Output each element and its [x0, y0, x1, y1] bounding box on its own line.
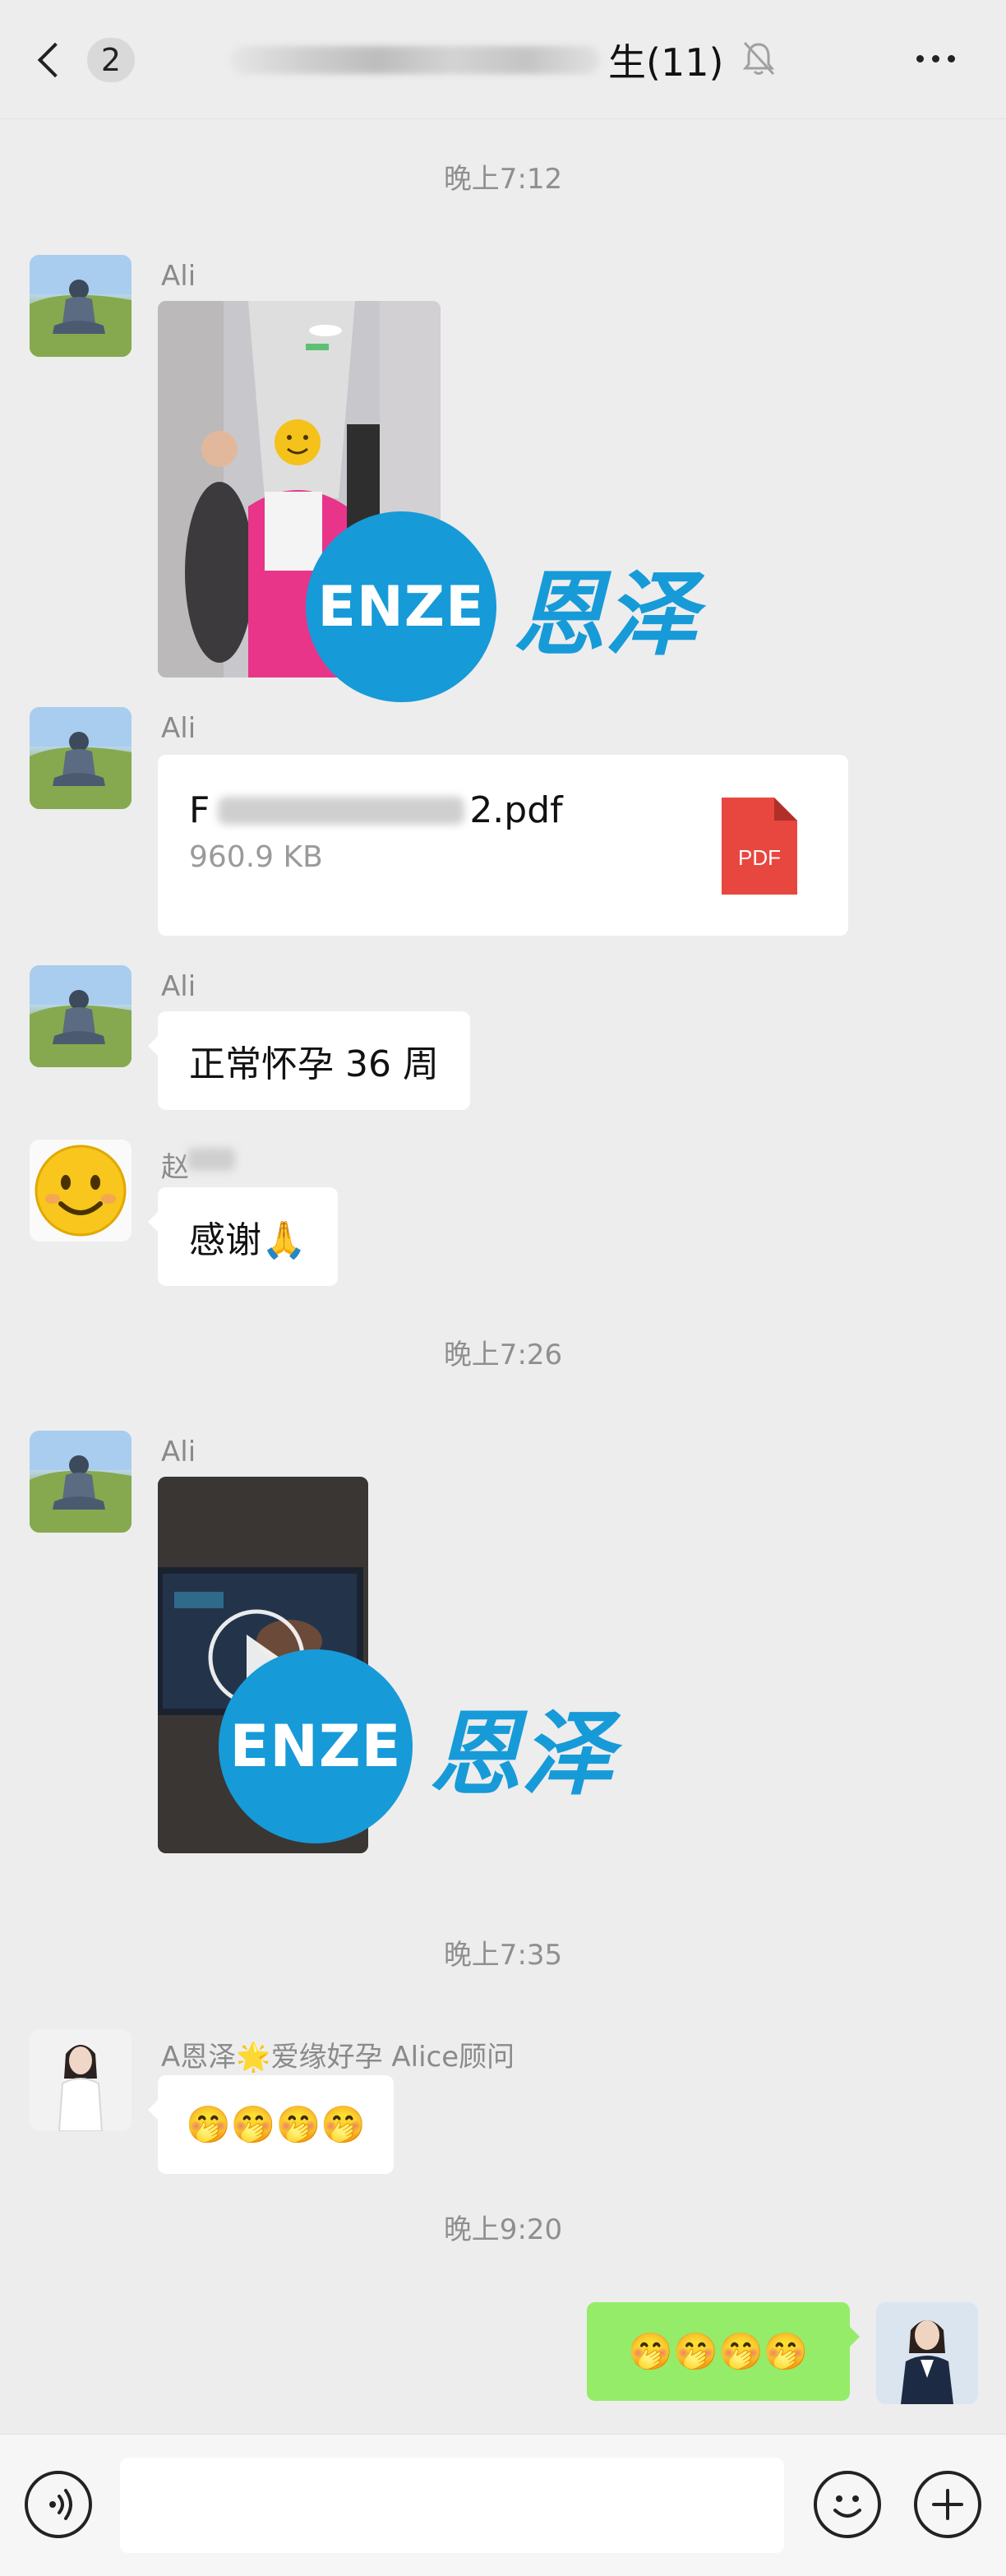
emoji-icon: [833, 2495, 861, 2518]
person-avatar-image: [30, 707, 132, 809]
sender-name: Ali: [161, 1436, 196, 1468]
plus-icon: [932, 2489, 963, 2520]
avatar-ali[interactable]: [30, 255, 132, 357]
text-message[interactable]: 🤭🤭🤭🤭: [147, 2075, 395, 2174]
message-text: 🤭🤭🤭🤭: [186, 2104, 367, 2146]
message-text: 正常怀孕 36 周: [189, 1043, 439, 1085]
message-timestamp: 晚上7:26: [443, 1339, 563, 1371]
sender-name: Ali: [161, 712, 196, 745]
more-dots-icon: [916, 54, 924, 62]
blurred-title-text: [230, 46, 600, 74]
avatar-smile[interactable]: [30, 1140, 132, 1242]
plus-button[interactable]: [914, 2471, 981, 2538]
sender-name-prefix: 赵: [161, 1151, 189, 1184]
file-message[interactable]: F 2.pdf 960.9 KB PDF: [158, 755, 848, 936]
sender-name: 赵: [161, 1145, 235, 1185]
chat-title: 生(11): [230, 31, 723, 89]
person-avatar-image: [30, 1431, 132, 1533]
voice-button[interactable]: [25, 2471, 92, 2538]
outgoing-text-message[interactable]: 🤭🤭🤭🤭: [587, 2302, 860, 2401]
sender-name: Ali: [161, 970, 196, 1003]
text-message[interactable]: 正常怀孕 36 周: [148, 1011, 470, 1110]
back-button[interactable]: 2: [33, 31, 140, 89]
avatar-ali[interactable]: [30, 1431, 132, 1533]
file-size: 960.9 KB: [189, 840, 323, 874]
enze-logo-circle: ENZE: [219, 1649, 413, 1843]
enze-watermark: ENZE 恩泽: [306, 511, 697, 702]
chat-header: 2 生(11): [0, 0, 1006, 119]
message-timestamp: 晚上7:12: [443, 163, 563, 196]
file-name-suffix: 2.pdf: [469, 789, 563, 831]
more-options-button[interactable]: [902, 38, 968, 79]
message-input[interactable]: [120, 2458, 784, 2553]
text-message[interactable]: 感谢🙏: [148, 1187, 338, 1286]
message-text: 🤭🤭🤭🤭: [628, 2331, 809, 2373]
chevron-left-icon: [37, 42, 73, 78]
avatar-alice[interactable]: [30, 2029, 132, 2131]
enze-logo-circle: ENZE: [306, 511, 496, 702]
pdf-file-icon: PDF: [722, 798, 797, 895]
woman-avatar-image: [876, 2302, 978, 2404]
enze-logo-chinese: 恩泽: [513, 561, 697, 668]
sender-name: Ali: [161, 260, 196, 293]
file-name-prefix: F: [189, 789, 210, 831]
avatar-self[interactable]: [876, 2302, 978, 2404]
file-name: F 2.pdf: [189, 789, 563, 831]
sender-name: A恩泽🌟爱缘好孕 Alice顾问: [161, 2041, 515, 2074]
chat-title-text: 生(11): [608, 40, 724, 85]
avatar-ali[interactable]: [30, 707, 132, 809]
smiley-face-icon: [35, 1145, 127, 1237]
input-bar: [0, 2434, 1006, 2576]
message-timestamp: 晚上7:35: [443, 1939, 563, 1972]
enze-logo-chinese: 恩泽: [429, 1700, 613, 1808]
woman-avatar-image: [30, 2029, 132, 2131]
message-text: 感谢🙏: [189, 1219, 307, 1261]
voice-icon: [49, 2489, 72, 2520]
enze-watermark: ENZE 恩泽: [219, 1649, 613, 1843]
blurred-file-name: [218, 796, 465, 825]
avatar-ali[interactable]: [30, 965, 132, 1067]
unread-count-badge: 2: [87, 38, 135, 82]
person-avatar-image: [30, 255, 132, 357]
message-timestamp: 晚上9:20: [443, 2213, 563, 2246]
blurred-sender-name: [187, 1148, 235, 1171]
person-avatar-image: [30, 965, 132, 1067]
bell-muted-icon: [742, 41, 775, 76]
pdf-label: PDF: [738, 845, 781, 870]
emoji-button[interactable]: [814, 2471, 881, 2538]
